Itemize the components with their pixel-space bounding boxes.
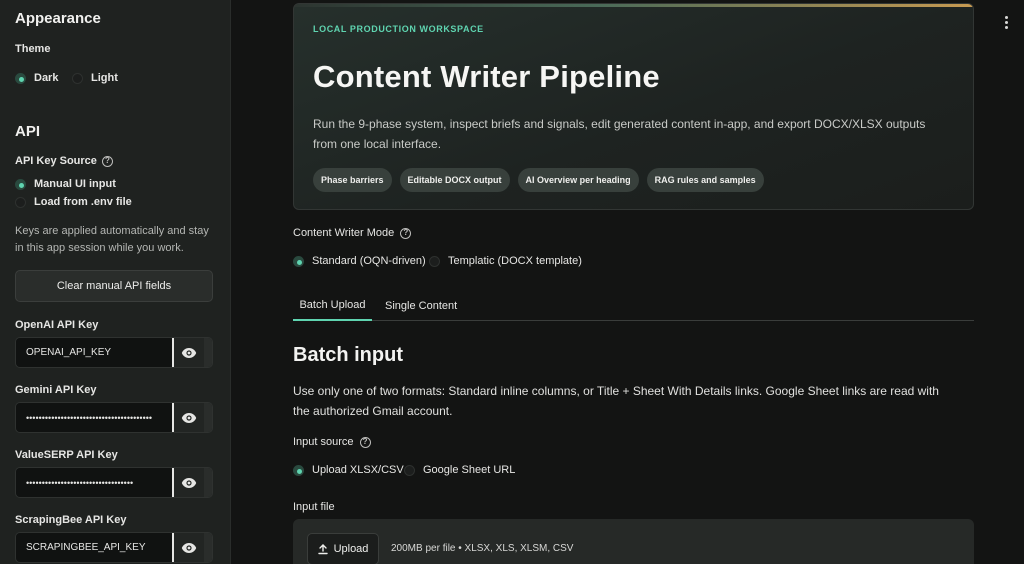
eye-icon	[181, 347, 197, 358]
theme-option-dark-label: Dark	[34, 72, 59, 84]
api-source-env-label: Load from .env file	[34, 196, 132, 208]
show-password-button[interactable]	[174, 533, 212, 562]
batch-input-heading: Batch input	[293, 344, 403, 366]
valueserp-key-label: ValueSERP API Key	[15, 449, 118, 461]
api-source-manual-label: Manual UI input	[34, 178, 116, 190]
hero-accent-bar	[294, 4, 973, 7]
hero-description: Run the 9-phase system, inspect briefs a…	[313, 117, 926, 151]
tab-bar: Batch Upload Single Content	[293, 290, 974, 321]
help-icon[interactable]: ?	[359, 436, 371, 448]
gemini-key-input[interactable]: ••••••••••••••••••••••••••••••••••••••••	[16, 403, 174, 432]
eye-icon	[181, 542, 197, 553]
api-heading: API	[15, 123, 41, 140]
clear-api-fields-button[interactable]: Clear manual API fields	[15, 270, 213, 302]
openai-key-input[interactable]: OPENAI_API_KEY	[16, 338, 174, 367]
show-password-button[interactable]	[174, 403, 212, 432]
openai-key-label: OpenAI API Key	[15, 319, 99, 331]
radio-unchecked-icon	[15, 196, 26, 208]
show-password-button[interactable]	[174, 468, 212, 497]
batch-description: Use only one of two formats: Standard in…	[293, 384, 939, 418]
show-password-button[interactable]	[174, 338, 212, 367]
radio-unchecked-icon	[72, 72, 83, 84]
gemini-key-label: Gemini API Key	[15, 384, 97, 396]
gemini-key-field: ••••••••••••••••••••••••••••••••••••••••	[15, 402, 213, 433]
eye-icon	[181, 477, 197, 488]
openai-key-field: OPENAI_API_KEY	[15, 337, 213, 368]
upload-icon	[317, 543, 328, 554]
api-source-manual[interactable]: Manual UI input	[15, 178, 116, 190]
api-note: Keys are applied automatically and stay …	[15, 225, 209, 254]
hero-card: LOCAL PRODUCTION WORKSPACE Content Write…	[293, 3, 974, 210]
api-key-source-label-text: API Key Source	[15, 155, 97, 167]
file-dropzone[interactable]: Upload 200MB per file • XLSX, XLS, XLSM,…	[293, 519, 974, 564]
api-key-source-label: API Key Source ?	[15, 155, 113, 167]
input-source-label-text: Input source	[293, 436, 354, 448]
input-source-google-sheet[interactable]: Google Sheet URL	[404, 464, 515, 476]
radio-checked-icon	[15, 178, 26, 190]
eye-icon	[181, 412, 197, 423]
radio-checked-icon	[293, 464, 304, 476]
input-source-upload-label: Upload XLSX/CSV	[312, 464, 404, 476]
theme-label: Theme	[15, 43, 50, 55]
help-icon[interactable]: ?	[400, 227, 412, 239]
input-source-google-sheet-label: Google Sheet URL	[423, 464, 516, 476]
theme-option-light[interactable]: Light	[72, 72, 118, 84]
mode-option-templatic-label: Templatic (DOCX template)	[448, 255, 582, 267]
help-icon[interactable]: ?	[101, 155, 113, 167]
input-file-label: Input file	[293, 501, 335, 513]
appearance-heading: Appearance	[15, 10, 101, 27]
mode-option-standard[interactable]: Standard (OQN-driven)	[293, 255, 426, 267]
api-source-env[interactable]: Load from .env file	[15, 196, 132, 208]
input-source-label: Input source ?	[293, 436, 371, 448]
radio-checked-icon	[293, 255, 304, 267]
mode-option-templatic[interactable]: Templatic (DOCX template)	[429, 255, 582, 267]
feature-chips: Phase barriers Editable DOCX output AI O…	[313, 168, 764, 192]
upload-button[interactable]: Upload	[307, 533, 379, 564]
feature-chip: Editable DOCX output	[399, 168, 510, 192]
page-title: Content Writer Pipeline	[313, 59, 660, 94]
tab-batch-upload[interactable]: Batch Upload	[293, 290, 372, 321]
valueserp-key-input[interactable]: ••••••••••••••••••••••••••••••••••	[16, 468, 174, 497]
valueserp-key-field: ••••••••••••••••••••••••••••••••••	[15, 467, 213, 498]
radio-unchecked-icon	[429, 255, 440, 267]
upload-button-label: Upload	[333, 543, 369, 555]
feature-chip: RAG rules and samples	[646, 168, 764, 192]
scrapingbee-key-label: ScrapingBee API Key	[15, 514, 127, 526]
theme-option-light-label: Light	[91, 72, 118, 84]
sidebar: Appearance Theme Dark Light API API Key …	[0, 0, 231, 564]
feature-chip: Phase barriers	[313, 168, 392, 192]
tab-single-content[interactable]: Single Content	[385, 290, 457, 321]
scrapingbee-key-input[interactable]: SCRAPINGBEE_API_KEY	[16, 533, 174, 562]
hero-kicker: LOCAL PRODUCTION WORKSPACE	[313, 24, 484, 34]
theme-label-text: Theme	[15, 43, 51, 55]
file-limit-text: 200MB per file • XLSX, XLS, XLSM, CSV	[391, 543, 574, 554]
mode-label-text: Content Writer Mode	[293, 227, 395, 239]
radio-unchecked-icon	[404, 464, 415, 476]
radio-checked-icon	[15, 72, 26, 84]
input-source-upload[interactable]: Upload XLSX/CSV	[293, 464, 404, 476]
scrapingbee-key-field: SCRAPINGBEE_API_KEY	[15, 532, 213, 563]
mode-option-standard-label: Standard (OQN-driven)	[312, 255, 426, 267]
mode-label: Content Writer Mode ?	[293, 227, 412, 239]
feature-chip: AI Overview per heading	[517, 168, 639, 192]
main-menu-icon[interactable]	[1003, 16, 1009, 29]
theme-option-dark[interactable]: Dark	[15, 72, 58, 84]
